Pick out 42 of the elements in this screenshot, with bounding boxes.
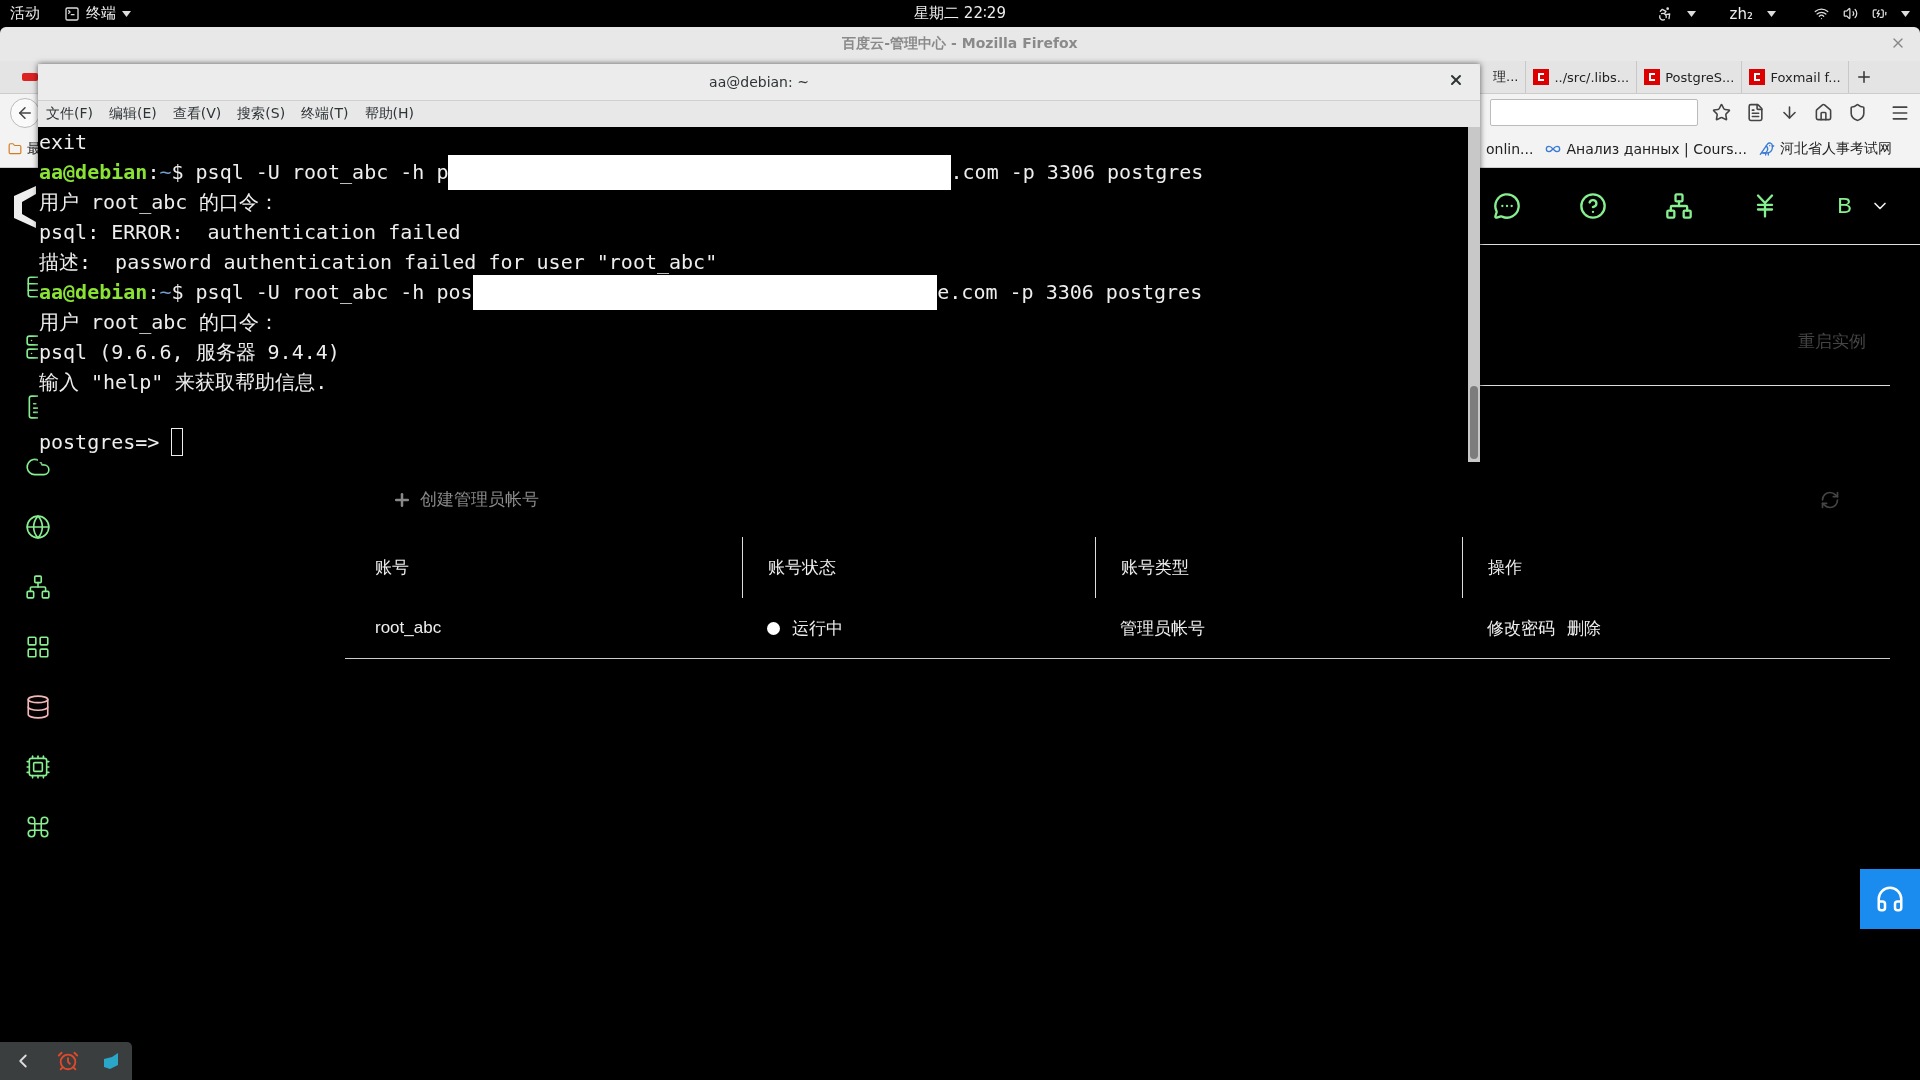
column-header: 账号状态	[742, 537, 1095, 598]
terminal-line: 用户 root_abc 的口令：	[39, 189, 280, 216]
bookmark[interactable]: Анализ данных | Cours...	[1566, 141, 1747, 157]
browser-tab[interactable]: Foxmail f...	[1742, 61, 1849, 93]
terminal-line: exit	[39, 129, 88, 156]
input-method-menu[interactable]: zh₂	[1729, 4, 1753, 23]
terminal-line: 描述: password authentication failed for user "root_abc"	[39, 249, 718, 276]
create-account-button[interactable]: 创建管理员帐号	[392, 488, 539, 511]
command-text: aa@debian:~$ psql -U root_abc -h pos	[39, 279, 473, 306]
bookmark[interactable]: onlin...	[1486, 141, 1534, 157]
menu-item[interactable]: 编辑(E)	[101, 105, 165, 123]
terminal-line: psql (9.6.6, 服务器 9.4.4)	[39, 339, 340, 366]
window-title: 百度云-管理中心 - Mozilla Firefox	[842, 35, 1078, 53]
browser-tab[interactable]: 理...	[1486, 61, 1527, 93]
menu-item[interactable]: 查看(V)	[164, 105, 230, 123]
terminal-line: psql: ERROR: authentication failed	[39, 219, 461, 246]
terminal-title: aa@debian: ~	[709, 74, 809, 90]
app-menu[interactable]: 终端	[64, 4, 131, 23]
menu-item[interactable]: 搜索(S)	[229, 105, 294, 123]
terminal-prompt: postgres=>	[39, 429, 161, 456]
command-text: aa@debian:~$ psql -U root_abc -h p	[39, 159, 449, 186]
browser-tab[interactable]: ../src/.libs...	[1526, 61, 1638, 93]
menu-item[interactable]: 终端(T)	[293, 105, 357, 123]
user-initial[interactable]: B	[1837, 193, 1852, 219]
column-header: 操作	[1462, 537, 1890, 598]
command-text: e.com -p 3306 postgres	[937, 279, 1203, 306]
status-text: 运行中	[792, 617, 843, 640]
menu-item[interactable]: 文件(F)	[38, 105, 101, 123]
action-link[interactable]: 删除	[1567, 616, 1601, 640]
menu-item[interactable]: 帮助(H)	[356, 105, 423, 123]
terminal-line: 输入 "help" 来获取帮助信息.	[39, 369, 328, 396]
column-header: 账号	[374, 557, 410, 579]
terminal-line: 用户 root_abc 的口令：	[39, 309, 280, 336]
browser-tab[interactable]: PostgreS...	[1637, 61, 1743, 93]
bookmark[interactable]: 河北省人事考试网	[1779, 140, 1892, 158]
column-header: 账号类型	[1095, 537, 1462, 598]
action-link[interactable]: 修改密码	[1487, 616, 1555, 640]
table-cell-text: 管理员帐号	[1119, 617, 1206, 640]
activities-button[interactable]: 活动	[10, 4, 40, 23]
clock[interactable]: 星期二 22∶29	[914, 4, 1006, 23]
table-cell-text: root_abc	[374, 617, 443, 639]
command-text: .com -p 3306 postgres	[950, 159, 1204, 186]
